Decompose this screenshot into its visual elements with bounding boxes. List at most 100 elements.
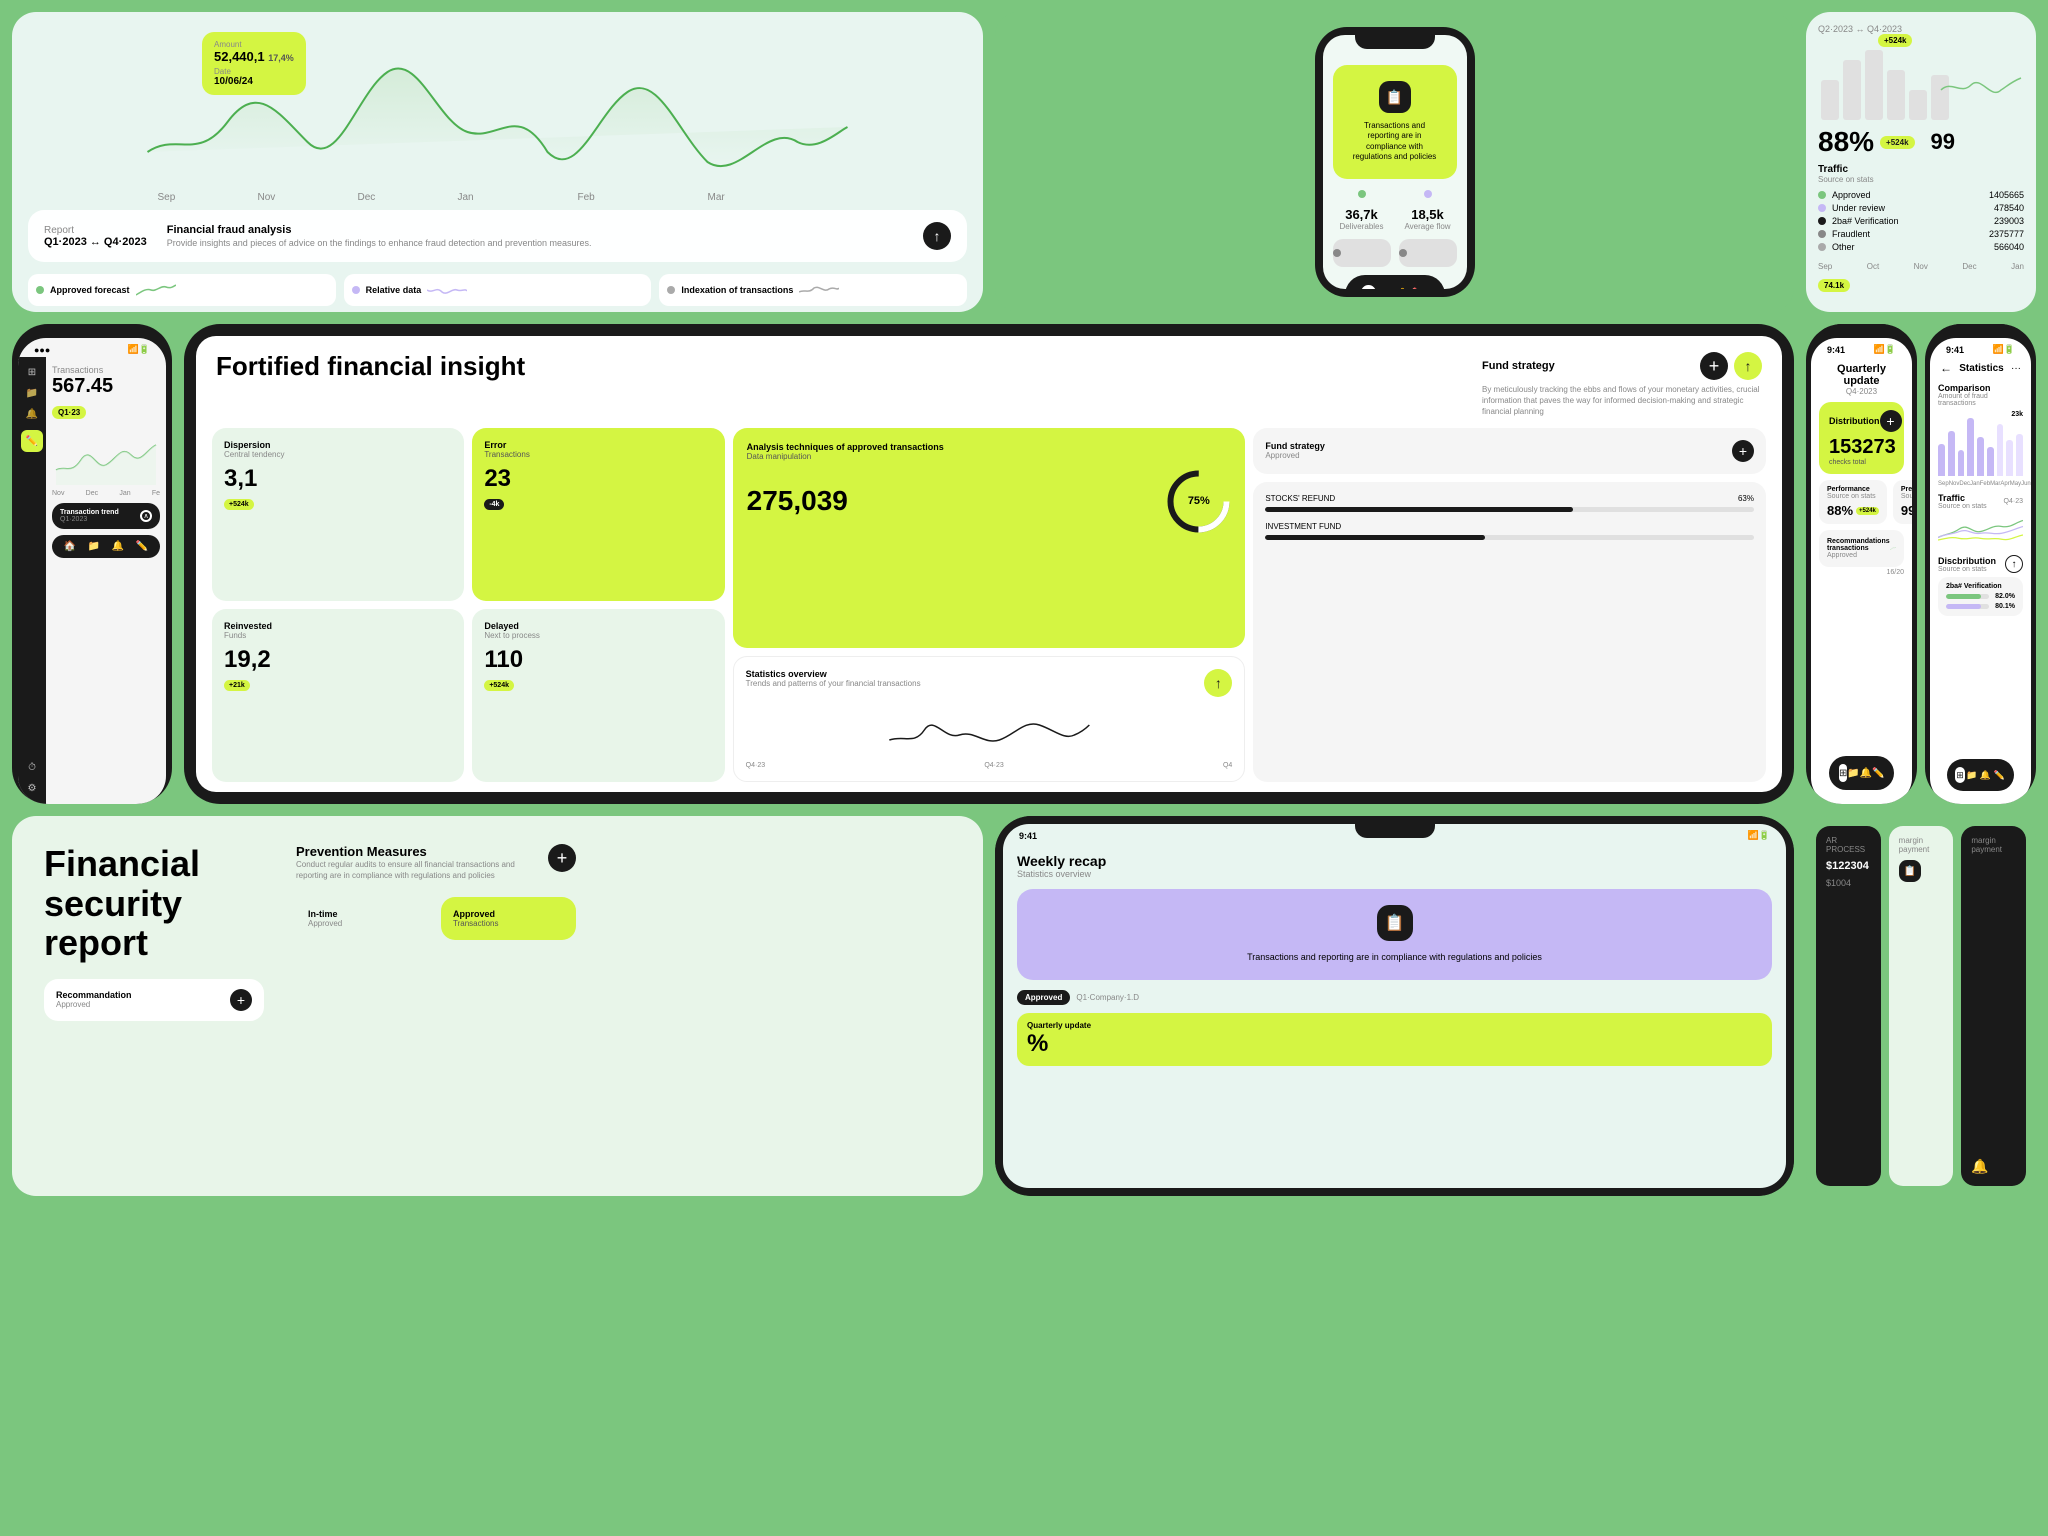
stats-bar-chart [1938, 411, 2023, 476]
verification-row: 2ba# Verification 82.0% 80.1% [1938, 577, 2023, 616]
nav-icon-1[interactable]: 🏠 [64, 541, 76, 552]
fund-strategy-mini-card: Fund strategy Approved + [1253, 428, 1766, 474]
ver-bar-2 [1946, 604, 1989, 609]
approved-sparkline [136, 280, 176, 300]
percent-row: 88% +524k 99 [1818, 126, 2024, 158]
s-nav-folder[interactable]: 📁 [1965, 764, 1979, 786]
quarterly-phone-device: 9:41 📶🔋 Quarterly update Q4·2023 Distrib… [1806, 324, 1917, 804]
fund-plus-btn[interactable]: + [1700, 352, 1728, 380]
reinvested-sub: Funds [224, 631, 452, 640]
avgflow-metric: 18,5k Average flow [1399, 189, 1457, 231]
chart-label-nov: Nov [258, 192, 276, 202]
legend-approved: Approved 1405665 [1818, 190, 2024, 200]
nav-edit[interactable]: ✏️ [1411, 285, 1428, 289]
stocks-refund-labels: STOCKS' REFUND 63% [1265, 494, 1754, 503]
analysis-sub: Data manipulation [747, 452, 1232, 461]
distribution-title: Distribution [1829, 416, 1880, 426]
s-nav-edit[interactable]: ✏️ [1992, 764, 2006, 786]
perf-values: 88% +524k [1827, 503, 1879, 518]
fund-strategy-add[interactable]: + [1732, 440, 1754, 462]
nav-bell[interactable]: 🔔 [1394, 285, 1411, 289]
avgflow-value: 18,5k [1399, 207, 1457, 222]
br-icon-2: 📋 [1899, 860, 1921, 882]
delayed-badge: +524k [484, 680, 514, 691]
quarterly-notch [1822, 324, 1902, 338]
stats-period: Q2·2023 ↔ Q4·2023 [1818, 24, 2024, 34]
amount-tag: Amount 52,440,1 17,4% Date 10/06/24 [202, 32, 306, 95]
traffic-row: Traffic Source on stats Q4·23 [1938, 493, 2023, 510]
ipad-screen: Fortified financial insight Fund strateg… [196, 336, 1782, 792]
chart-label-dec: Dec [358, 192, 376, 202]
rec-add-btn[interactable]: + [230, 989, 252, 1011]
bar-2 [1948, 431, 1955, 477]
distribution-value: 153273 [1829, 436, 1894, 459]
trend-title: Transaction trend [60, 509, 119, 516]
prevention-plus[interactable]: + [548, 844, 576, 872]
nav-icon-3[interactable]: 🔔 [112, 541, 124, 552]
q-nav-edit[interactable]: ✏️ [1872, 762, 1884, 784]
prevention-card: Prevention Source on stats 99% +17.4k [1893, 480, 1912, 524]
mini-chart-labels: Nov Dec Jan Fe [52, 490, 160, 497]
bot-phone-content: Weekly recap Statistics overview 📋 Trans… [1003, 843, 1786, 1076]
nav-folder[interactable]: 📁 [1376, 285, 1393, 289]
dispersion-title: Dispersion [224, 440, 452, 450]
legend-list: Approved 1405665 Under review 478540 2ba… [1818, 190, 2024, 252]
bottom-left-section: Financial security report Recommandation… [12, 816, 983, 1196]
error-title: Error [484, 440, 712, 450]
deliverables-dot [1358, 190, 1366, 198]
mid-left-screen: ●●● 📶🔋 ⊞ 📁 🔔 ✏️ ⏱ ⚙ Transactions 567.45 … [18, 338, 166, 804]
sidebar-icon-1[interactable]: ⊞ [28, 367, 36, 378]
s-nav-home[interactable]: ⊞ [1955, 767, 1965, 783]
br-val-1: $122304 [1826, 860, 1871, 872]
verification-label: 2ba# Verification [1946, 583, 2015, 590]
stats-back-btn[interactable]: ← [1940, 361, 1952, 375]
date-value: 10/06/24 [214, 76, 294, 87]
bar-6 [1987, 447, 1994, 476]
stocks-refund-fill [1265, 507, 1573, 512]
dist-up-btn[interactable]: ↑ [2005, 555, 2023, 573]
weekly-recap-sub: Statistics overview [1017, 869, 1772, 879]
prevention-area: Prevention Measures Conduct regular audi… [296, 844, 576, 1168]
indexation-sparkline [799, 280, 839, 300]
nav-icon-2[interactable]: 📁 [88, 541, 100, 552]
ipad-metrics-group: Dispersion Central tendency 3,1 +524k Er… [212, 428, 725, 782]
stats-more[interactable]: ··· [2011, 363, 2021, 374]
progress-bars-card: STOCKS' REFUND 63% INVESTMENT FUND [1253, 482, 1766, 782]
nav-home[interactable]: ⊞ [1361, 285, 1377, 289]
investment-fund-bar [1265, 535, 1754, 540]
sidebar-icon-active[interactable]: ✏️ [21, 430, 43, 452]
traffic-period: Q4·23 [2004, 498, 2023, 505]
percent-88: 88% [1818, 126, 1874, 158]
analysis-title: Analysis techniques of approved transact… [747, 442, 1232, 452]
nav-icon-4[interactable]: ✏️ [136, 541, 148, 552]
distribution-add[interactable]: + [1880, 410, 1902, 432]
compliance-text: Transactions and reporting are in compli… [1349, 121, 1441, 163]
sidebar-icon-2[interactable]: 📁 [26, 388, 38, 399]
fund-strategy-header: Fund strategy + ↑ [1482, 352, 1762, 380]
distribution-row: Discbribution Source on stats ↑ [1938, 555, 2023, 573]
mid-right-phones: 9:41 📶🔋 Quarterly update Q4·2023 Distrib… [1806, 324, 2036, 804]
sidebar-icon-3[interactable]: 🔔 [26, 409, 38, 420]
q-nav-bell[interactable]: 🔔 [1860, 762, 1872, 784]
q-nav-folder[interactable]: 📁 [1847, 762, 1859, 784]
q-nav-home[interactable]: ⊞ [1839, 764, 1847, 782]
bot-cards-row: In-time Approved Approved Transactions [296, 897, 576, 940]
stats-overview-btn[interactable]: ↑ [1204, 669, 1232, 697]
sidebar-icon-4[interactable]: ⏱ [28, 762, 36, 773]
bot-approved-badge: Approved [1017, 990, 1070, 1005]
bar-5 [1977, 437, 1984, 476]
bar-4 [1967, 418, 1974, 477]
transactions-label: Transactions [52, 365, 160, 375]
br-label-3: margin payment [1971, 836, 2016, 854]
sidebar-icon-5[interactable]: ⚙ [28, 783, 37, 794]
badge-741k-row: 74.1k [1818, 279, 2024, 292]
bot-approved-row: Approved Q1·Company·1.D [1017, 990, 1772, 1005]
s-nav-bell[interactable]: 🔔 [1979, 764, 1993, 786]
report-upload-btn[interactable]: ↑ [923, 222, 951, 250]
fund-up-btn[interactable]: ↑ [1734, 352, 1762, 380]
circle-label: 75% [1188, 495, 1210, 507]
report-title: Financial fraud analysis [167, 224, 903, 236]
weekly-recap-title: Weekly recap [1017, 853, 1772, 869]
dot-card-1 [1333, 239, 1391, 267]
fund-strategy-mini-sub: Approved [1265, 451, 1325, 460]
